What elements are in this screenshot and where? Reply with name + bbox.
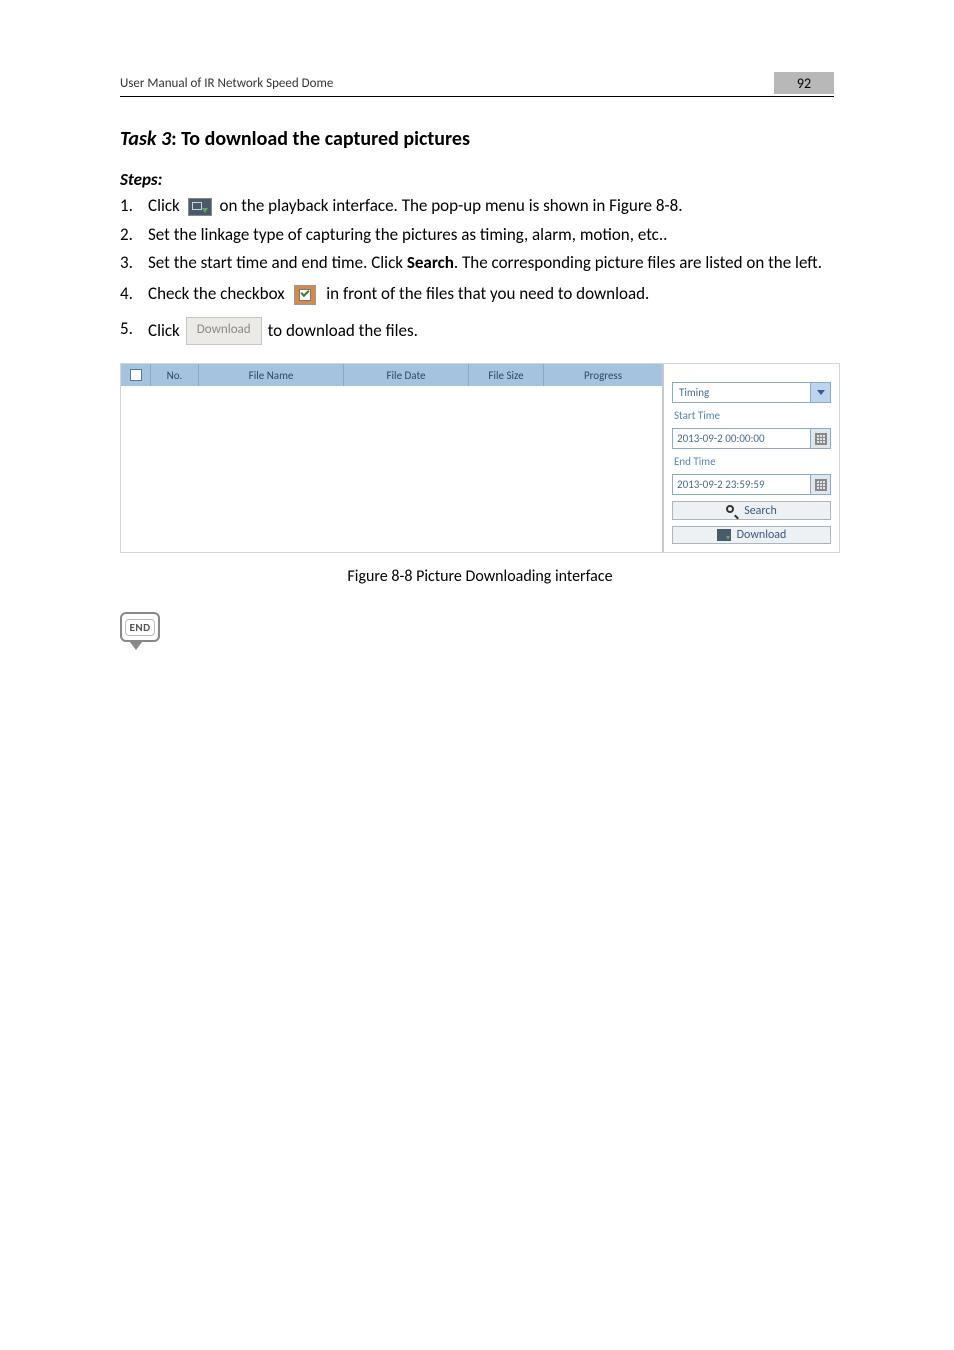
checkbox-icon xyxy=(294,285,316,305)
start-time-input[interactable]: 2013-09-2 00:00:00 xyxy=(672,428,831,449)
search-icon xyxy=(726,505,738,517)
download-icon xyxy=(717,529,731,541)
task-label: Task 3 xyxy=(120,127,171,151)
start-time-label: Start Time xyxy=(672,409,831,422)
step5-pre: Click xyxy=(148,319,180,344)
linkage-type-select[interactable]: Timing xyxy=(672,382,831,403)
end-time-label: End Time xyxy=(672,455,831,468)
step4-pre: Check the checkbox xyxy=(148,283,288,304)
chevron-down-icon xyxy=(810,383,830,402)
step1-post: on the playback interface. The pop-up me… xyxy=(219,195,682,216)
end-time-value: 2013-09-2 23:59:59 xyxy=(673,475,810,494)
step2-text: Set the linkage type of capturing the pi… xyxy=(148,223,834,248)
step4-post: in front of the files that you need to d… xyxy=(326,283,649,304)
end-badge-label: END xyxy=(125,619,154,636)
step3-b: . The corresponding picture files are li… xyxy=(454,252,822,273)
download-button[interactable]: Download xyxy=(672,526,831,545)
search-side-panel: Timing Start Time 2013-09-2 00:00:00 End… xyxy=(664,364,839,552)
select-all-checkbox[interactable] xyxy=(121,364,151,386)
step-number: 3. xyxy=(120,251,148,276)
download-button-inline: Download xyxy=(186,317,262,346)
end-badge-icon: END xyxy=(120,612,162,648)
search-button[interactable]: Search xyxy=(672,501,831,520)
table-header-row: No. File Name File Date File Size Progre… xyxy=(121,364,662,386)
step-number: 2. xyxy=(120,223,148,248)
step1-pre: Click xyxy=(148,195,184,216)
col-file-name: File Name xyxy=(199,364,344,386)
col-progress: Progress xyxy=(544,364,662,386)
steps-list: 1. Click on the playback interface. The … xyxy=(120,194,834,345)
start-time-value: 2013-09-2 00:00:00 xyxy=(673,429,810,448)
playback-download-icon xyxy=(188,198,212,216)
end-time-input[interactable]: 2013-09-2 23:59:59 xyxy=(672,474,831,495)
page-number-badge: 92 xyxy=(774,72,834,94)
download-button-label: Download xyxy=(737,528,787,542)
header-title: User Manual of IR Network Speed Dome xyxy=(120,76,333,91)
step3-a: Set the start time and end time. Click xyxy=(148,252,407,273)
task-heading: Task 3: To download the captured picture… xyxy=(120,127,834,151)
col-file-size: File Size xyxy=(469,364,544,386)
calendar-icon xyxy=(810,429,830,448)
figure-screenshot: No. File Name File Date File Size Progre… xyxy=(120,363,840,553)
figure-caption: Figure 8-8 Picture Downloading interface xyxy=(120,567,840,586)
col-no: No. xyxy=(151,364,199,386)
steps-label: Steps: xyxy=(120,169,834,190)
linkage-type-value: Timing xyxy=(673,383,810,402)
task-title-text: : To download the captured pictures xyxy=(171,127,470,151)
table-body-empty xyxy=(121,386,662,552)
search-button-label: Search xyxy=(744,504,777,518)
col-file-date: File Date xyxy=(344,364,469,386)
step-number: 5. xyxy=(120,317,148,342)
step-number: 1. xyxy=(120,194,148,219)
step5-post: to download the files. xyxy=(268,319,418,344)
step3-bold: Search xyxy=(407,252,454,273)
calendar-icon xyxy=(810,475,830,494)
step-number: 4. xyxy=(120,282,148,307)
